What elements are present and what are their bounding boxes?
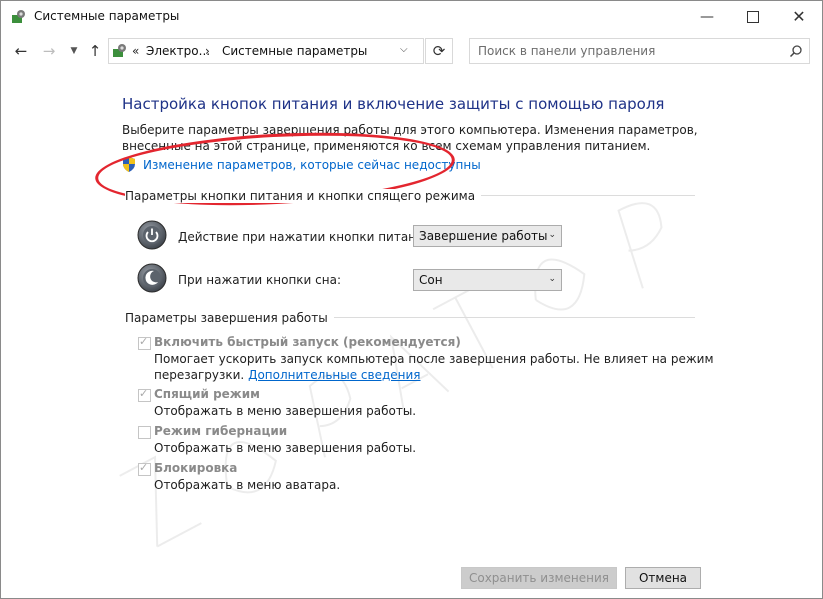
minimize-icon: —	[700, 8, 714, 25]
arrow-up-icon: ↑	[88, 42, 102, 60]
breadcrumb-item-system-settings[interactable]: Системные параметры	[222, 44, 367, 58]
power-buttons-group-title: Параметры кнопки питания и кнопки спящег…	[125, 189, 482, 203]
breadcrumb-separator[interactable]: ›	[205, 44, 210, 58]
sleep-mode-checkbox[interactable]: ✓	[138, 387, 151, 402]
checkmark-icon: ✓	[139, 387, 149, 400]
chevron-down-icon: ▼	[70, 46, 78, 56]
lock-label: Блокировка	[154, 461, 238, 475]
window-title: Системные параметры	[34, 9, 180, 23]
fast-startup-description-end: перезагрузки.	[154, 368, 245, 382]
fast-startup-description-cont: перезагрузки. Дополнительные сведения	[154, 368, 421, 382]
power-button-icon	[137, 220, 167, 250]
back-button[interactable]: ←	[11, 41, 31, 61]
control-panel-icon	[113, 44, 126, 57]
lock-checkbox[interactable]: ✓	[138, 461, 151, 476]
chevron-down-icon: ⌄	[548, 230, 556, 240]
address-bar[interactable]: « Электро... › Системные параметры ⌵	[108, 38, 424, 64]
save-changes-button[interactable]: Сохранить изменения	[461, 567, 617, 589]
uac-shield-icon	[123, 157, 135, 172]
title-bar: Системные параметры — ✕	[1, 1, 822, 32]
hibernate-checkbox[interactable]	[138, 426, 151, 439]
checkmark-icon: ✓	[139, 335, 149, 348]
checkmark-icon: ✓	[139, 461, 149, 474]
sleep-mode-label: Спящий режим	[154, 387, 260, 401]
fast-startup-description: Помогает ускорить запуск компьютера посл…	[154, 352, 714, 366]
search-icon[interactable]	[789, 44, 803, 58]
search-box[interactable]	[469, 38, 810, 64]
arrow-right-icon: →	[42, 42, 56, 60]
arrow-left-icon: ←	[14, 42, 28, 60]
page-title: Настройка кнопок питания и включение защ…	[122, 95, 665, 113]
change-settings-link-text[interactable]: Изменение параметров, которые сейчас нед…	[143, 158, 481, 172]
sleep-mode-description: Отображать в меню завершения работы.	[154, 404, 417, 418]
power-button-action-select[interactable]: Завершение работы ⌄	[413, 225, 562, 247]
close-icon: ✕	[792, 7, 806, 26]
power-button-action-value: Завершение работы	[419, 229, 548, 243]
address-dropdown-icon[interactable]: ⌵	[400, 44, 408, 55]
lock-description: Отображать в меню аватара.	[154, 478, 341, 492]
sleep-button-icon	[137, 263, 167, 293]
refresh-button[interactable]: ⟳	[425, 38, 453, 64]
up-button[interactable]: ↑	[85, 41, 105, 61]
close-button[interactable]: ✕	[776, 1, 822, 32]
change-settings-link[interactable]: Изменение параметров, которые сейчас нед…	[122, 156, 481, 172]
chevron-down-icon: ⌄	[548, 274, 556, 284]
recent-locations-button[interactable]: ▼	[64, 41, 84, 61]
hibernate-label: Режим гибернации	[154, 424, 288, 438]
maximize-button[interactable]	[730, 1, 776, 32]
sleep-button-label: При нажатии кнопки сна:	[178, 273, 342, 287]
system-settings-icon	[12, 10, 25, 23]
maximize-icon	[747, 10, 759, 23]
page-description: Выберите параметры завершения работы для…	[122, 123, 698, 153]
hibernate-description: Отображать в меню завершения работы.	[154, 441, 417, 455]
search-input[interactable]	[478, 43, 778, 59]
breadcrumb-overflow[interactable]: «	[132, 44, 139, 58]
fast-startup-checkbox[interactable]: ✓	[138, 335, 151, 350]
breadcrumb-item-electro[interactable]: Электро...	[146, 44, 210, 58]
forward-button[interactable]: →	[39, 41, 59, 61]
refresh-icon: ⟳	[432, 42, 446, 60]
control-panel-window: Системные параметры — ✕ ← → ▼ ↑ « Электр…	[0, 0, 823, 599]
fast-startup-label: Включить быстрый запуск (рекомендуется)	[154, 335, 461, 349]
minimize-button[interactable]: —	[684, 1, 730, 32]
power-button-label: Действие при нажатии кнопки питания:	[178, 230, 436, 244]
shutdown-group-title: Параметры завершения работы	[125, 311, 334, 325]
sleep-button-action-value: Сон	[419, 273, 443, 287]
cancel-button[interactable]: Отмена	[625, 567, 701, 589]
sleep-button-action-select[interactable]: Сон ⌄	[413, 269, 562, 291]
more-info-link[interactable]: Дополнительные сведения	[248, 368, 420, 382]
